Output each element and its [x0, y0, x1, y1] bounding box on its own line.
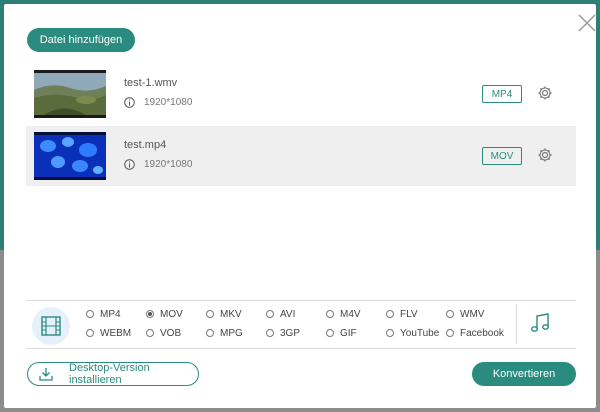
radio-button[interactable]	[386, 329, 394, 337]
radio-button[interactable]	[386, 310, 394, 318]
format-option-mpg[interactable]: MPG	[206, 326, 243, 340]
radio-button[interactable]	[206, 310, 214, 318]
file-resolution: 1920*1080	[144, 97, 193, 108]
radio-button[interactable]	[146, 329, 154, 337]
format-option-webm[interactable]: WEBM	[86, 326, 131, 340]
radio-button[interactable]	[86, 310, 94, 318]
gear-icon[interactable]	[537, 147, 553, 163]
format-option-mkv[interactable]: MKV	[206, 307, 242, 321]
converter-dialog: Datei hinzufügen test-1.wmv 1920*1080 MP…	[4, 4, 596, 408]
info-icon[interactable]	[124, 159, 135, 170]
file-list: test-1.wmv 1920*1080 MP4 test.mp4 1920*1…	[26, 62, 576, 190]
radio-button-selected[interactable]	[146, 310, 154, 318]
format-option-avi[interactable]: AVI	[266, 307, 295, 321]
radio-button[interactable]	[446, 310, 454, 318]
format-option-flv[interactable]: FLV	[386, 307, 418, 321]
format-option-m4v[interactable]: M4V	[326, 307, 361, 321]
radio-button[interactable]	[446, 329, 454, 337]
file-resolution: 1920*1080	[144, 159, 193, 170]
film-icon[interactable]	[32, 307, 70, 345]
radio-button[interactable]	[86, 329, 94, 337]
radio-button[interactable]	[266, 329, 274, 337]
divider	[516, 304, 517, 344]
install-desktop-button[interactable]: Desktop-Version installieren	[27, 362, 199, 386]
add-file-button[interactable]: Datei hinzufügen	[27, 28, 135, 52]
format-option-youtube[interactable]: YouTube	[386, 326, 439, 340]
format-option-wmv[interactable]: WMV	[446, 307, 484, 321]
close-icon[interactable]	[576, 12, 598, 34]
install-desktop-label: Desktop-Version installieren	[69, 362, 150, 386]
file-name: test-1.wmv	[124, 77, 178, 89]
download-icon	[39, 367, 53, 381]
output-format-badge[interactable]: MOV	[482, 147, 522, 165]
format-option-mp4[interactable]: MP4	[86, 307, 121, 321]
divider	[26, 300, 576, 301]
info-icon[interactable]	[124, 97, 135, 108]
radio-button[interactable]	[326, 329, 334, 337]
gear-icon[interactable]	[537, 85, 553, 101]
output-format-badge[interactable]: MP4	[482, 85, 522, 103]
file-name: test.mp4	[124, 139, 167, 151]
divider	[26, 348, 576, 349]
convert-button[interactable]: Konvertieren	[472, 362, 576, 386]
landscape-thumbnail	[34, 70, 106, 118]
format-option-mov[interactable]: MOV	[146, 307, 183, 321]
format-option-gif[interactable]: GIF	[326, 326, 357, 340]
music-note-icon[interactable]	[528, 311, 552, 335]
file-row: test.mp4 1920*1080 MOV	[26, 126, 576, 186]
format-option-facebook[interactable]: Facebook	[446, 326, 504, 340]
format-options: MP4 MOV MKV AVI M4V FLV WMV WEBM VOB MPG…	[86, 307, 516, 343]
format-option-3gp[interactable]: 3GP	[266, 326, 300, 340]
file-row: test-1.wmv 1920*1080 MP4	[26, 64, 576, 124]
radio-button[interactable]	[266, 310, 274, 318]
format-option-vob[interactable]: VOB	[146, 326, 181, 340]
radio-button[interactable]	[206, 329, 214, 337]
radio-button[interactable]	[326, 310, 334, 318]
jellyfish-thumbnail	[34, 132, 106, 180]
